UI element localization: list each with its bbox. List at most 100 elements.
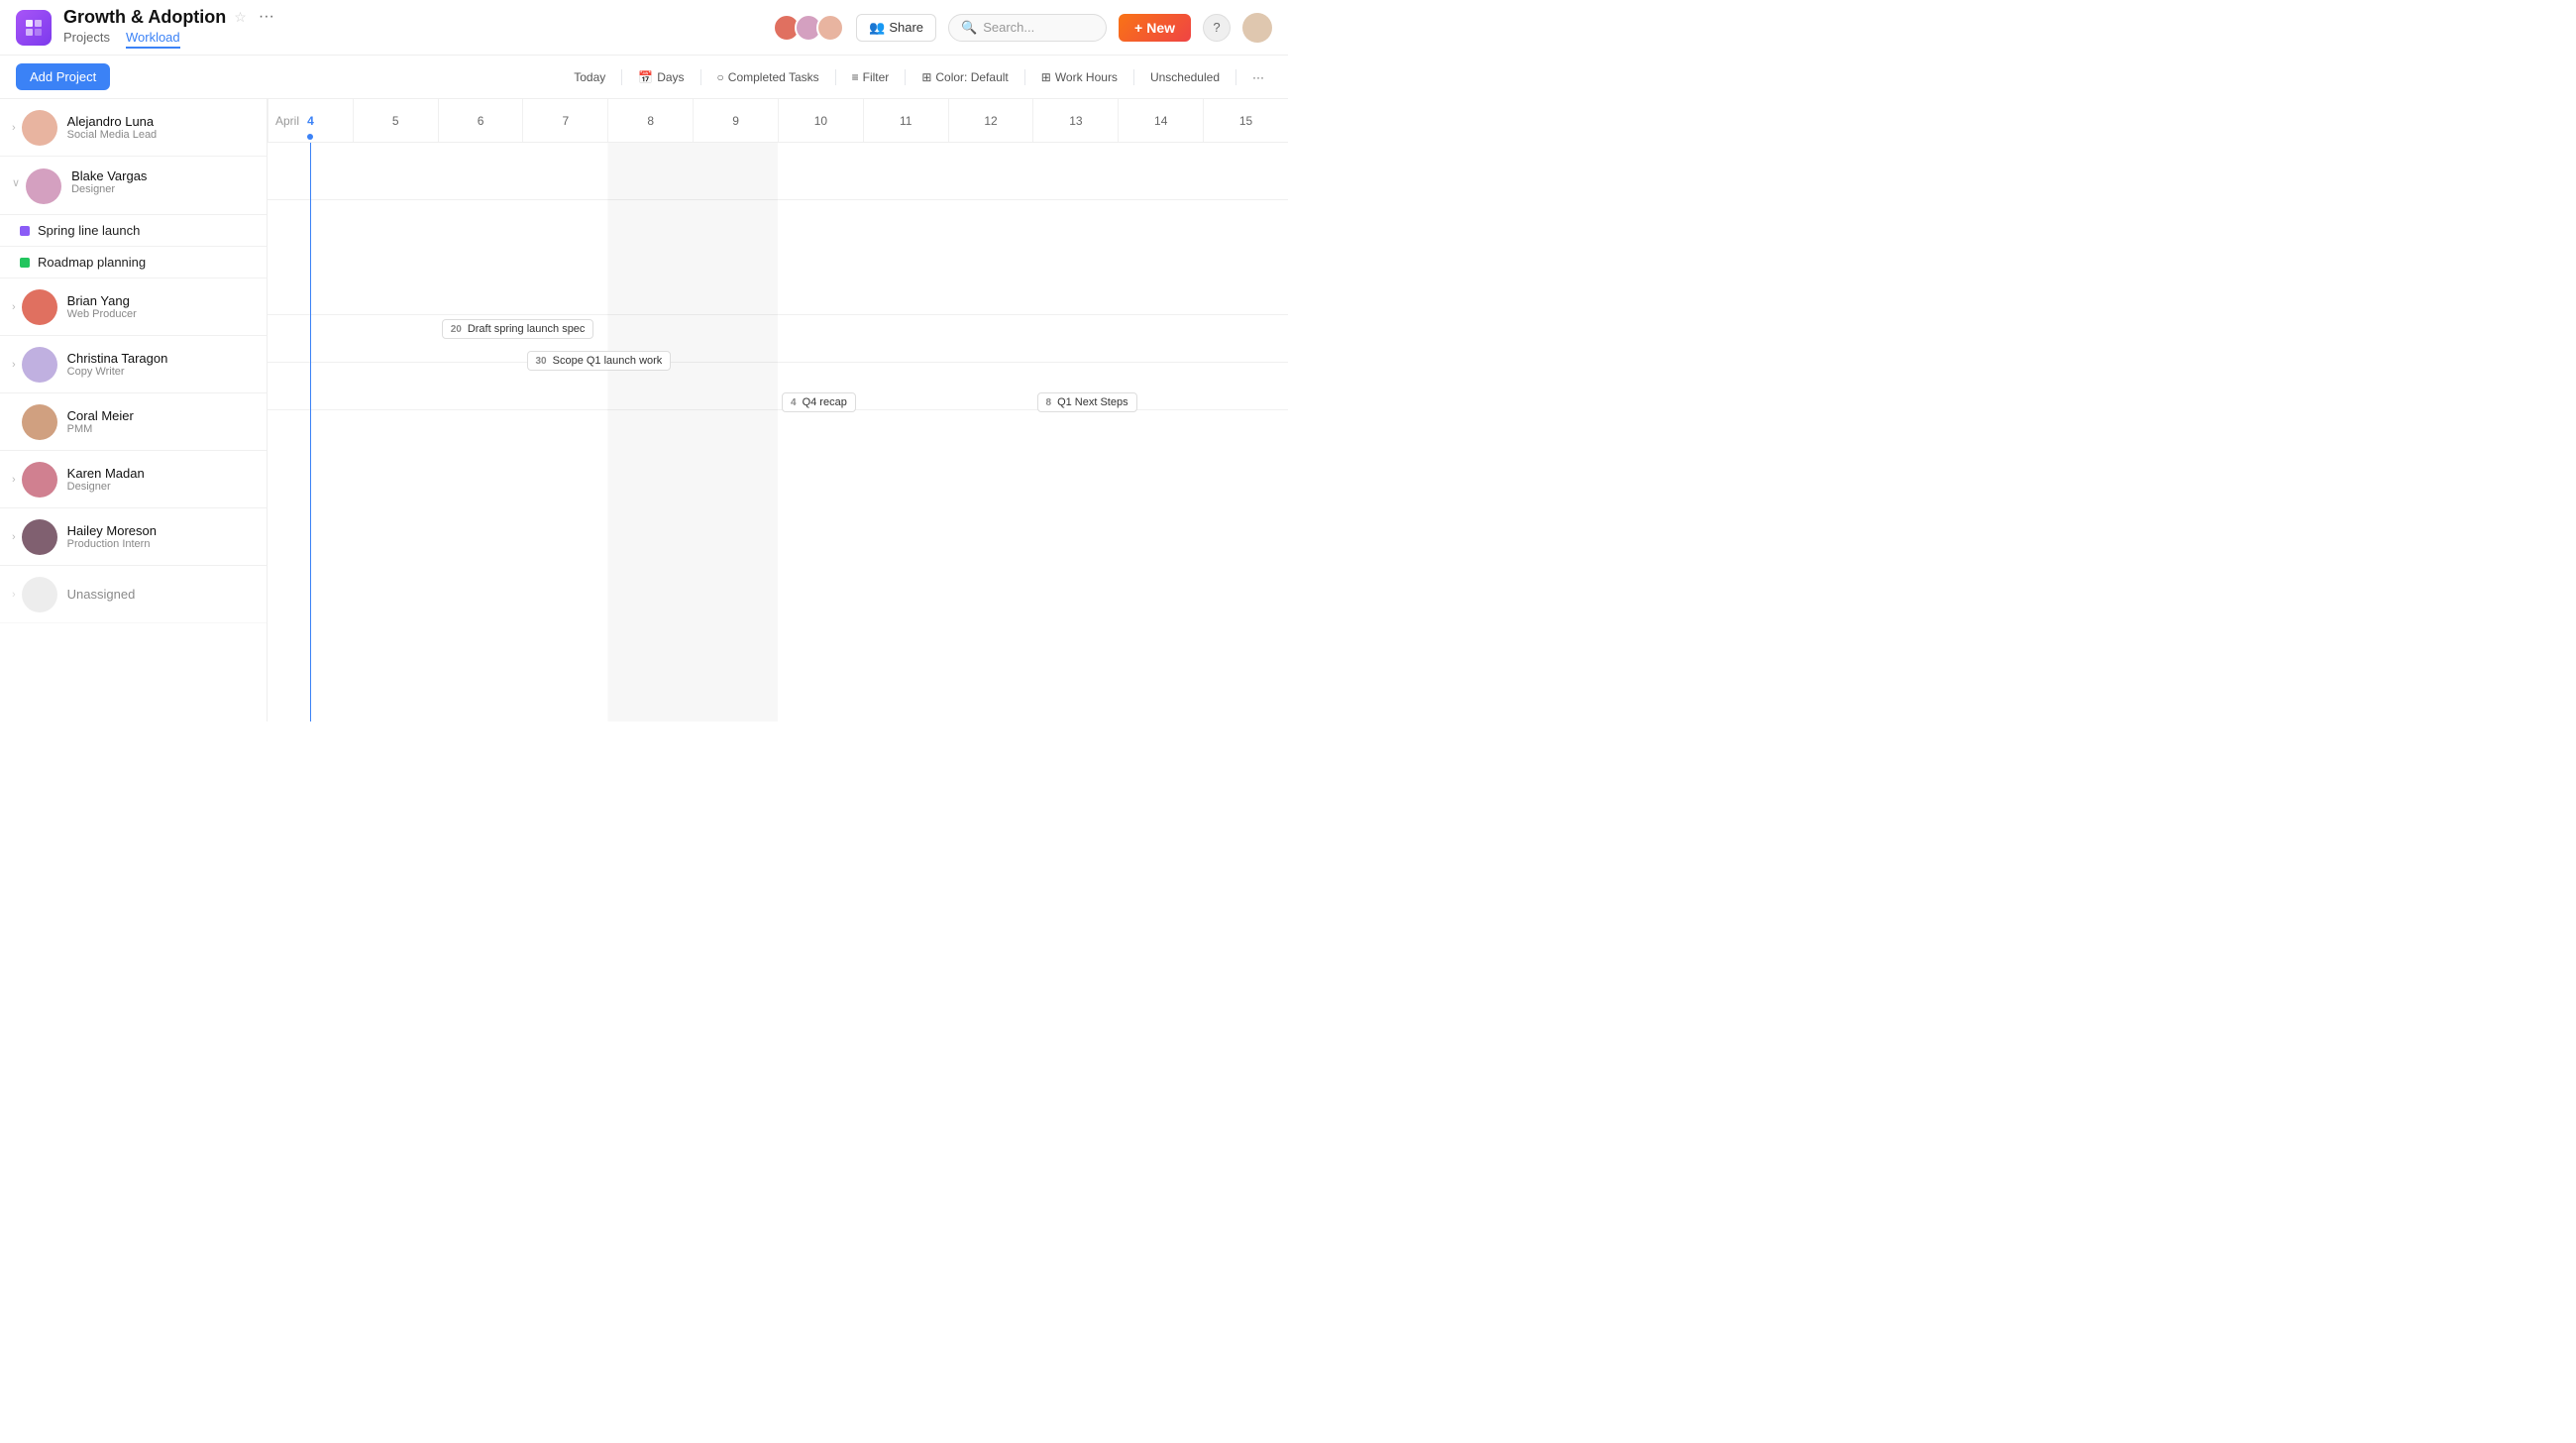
toolbar-sep-5	[1024, 69, 1025, 85]
date-col-11: 11	[863, 99, 948, 142]
date-col-7: 7	[522, 99, 607, 142]
unassigned-name: Unassigned	[67, 587, 136, 602]
share-label: Share	[889, 20, 923, 35]
sidebar-item-blake[interactable]: ∨ Blake Vargas Designer	[0, 157, 267, 215]
task-label-q1: Q1 Next Steps	[1057, 396, 1128, 408]
filter-button[interactable]: ≡ Filter	[844, 66, 898, 88]
karen-role: Designer	[67, 481, 145, 493]
date-col-14: 14	[1118, 99, 1203, 142]
more-options-button[interactable]: ···	[255, 6, 278, 28]
unassigned-info: Unassigned	[67, 587, 136, 602]
nav-projects[interactable]: Projects	[63, 30, 110, 49]
plus-icon: +	[1134, 20, 1142, 36]
overflow-button[interactable]: ···	[1244, 66, 1272, 88]
brian-name: Brian Yang	[67, 293, 137, 308]
completed-tasks-button[interactable]: ○ Completed Tasks	[709, 66, 827, 88]
coral-name: Coral Meier	[67, 408, 134, 423]
task-num-30: 30	[536, 356, 547, 367]
date-header: April 456789101112131415	[268, 99, 1288, 143]
main-area: › Alejandro Luna Social Media Lead ∨ Bla…	[0, 99, 1288, 722]
search-placeholder: Search...	[983, 20, 1034, 35]
alejandro-name: Alejandro Luna	[67, 114, 158, 129]
unscheduled-button[interactable]: Unscheduled	[1142, 66, 1228, 88]
task-q4-recap[interactable]: 4 Q4 recap	[782, 392, 856, 412]
work-hours-button[interactable]: ⊞ Work Hours	[1033, 66, 1126, 88]
christina-role: Copy Writer	[67, 366, 168, 378]
header: Growth & Adoption ☆ ··· Projects Workloa…	[0, 0, 1288, 56]
project-name-spring: Spring line launch	[38, 223, 140, 238]
search-icon: 🔍	[961, 20, 977, 36]
toolbar: Add Project Today 📅 Days ○ Completed Tas…	[0, 56, 1288, 99]
project-dot-spring	[20, 226, 30, 236]
header-nav: Projects Workload	[63, 30, 278, 49]
brian-role: Web Producer	[67, 308, 137, 320]
toolbar-sep-7	[1235, 69, 1236, 85]
row-alejandro-bg	[268, 143, 1288, 200]
new-button[interactable]: + New	[1119, 14, 1191, 42]
add-project-button[interactable]: Add Project	[16, 63, 110, 90]
date-col-4: 4	[268, 99, 353, 142]
sidebar-item-coral[interactable]: › Coral Meier PMM	[0, 393, 267, 451]
days-label: Days	[657, 70, 684, 84]
blake-info: Blake Vargas Designer	[71, 168, 147, 195]
task-label-q4: Q4 recap	[803, 396, 847, 408]
task-q1-next[interactable]: 8 Q1 Next Steps	[1037, 392, 1137, 412]
today-button[interactable]: Today	[566, 66, 613, 88]
task-label-draft: Draft spring launch spec	[468, 323, 586, 335]
sidebar-item-alejandro[interactable]: › Alejandro Luna Social Media Lead	[0, 99, 267, 157]
date-col-13: 13	[1032, 99, 1118, 142]
check-icon: ○	[717, 70, 724, 84]
user-avatar[interactable]	[1242, 13, 1272, 43]
task-num-20: 20	[451, 324, 462, 335]
sidebar-project-spring[interactable]: Spring line launch	[0, 215, 267, 247]
sidebar-item-christina[interactable]: › Christina Taragon Copy Writer	[0, 336, 267, 393]
blake-name: Blake Vargas	[71, 168, 147, 183]
chevron-right-karen: ›	[12, 474, 16, 486]
filter-label: Filter	[863, 70, 890, 84]
star-button[interactable]: ☆	[234, 9, 247, 26]
app-icon	[16, 10, 52, 46]
header-title: Growth & Adoption ☆ ···	[63, 6, 278, 28]
sidebar-item-karen[interactable]: › Karen Madan Designer	[0, 451, 267, 508]
task-scope-q1[interactable]: 30 Scope Q1 launch work	[527, 351, 672, 371]
chevron-down-icon: ∨	[12, 176, 20, 189]
search-box[interactable]: 🔍 Search...	[948, 14, 1107, 42]
sidebar-item-hailey[interactable]: › Hailey Moreson Production Intern	[0, 508, 267, 566]
project-dot-roadmap	[20, 258, 30, 268]
color-label: Color: Default	[935, 70, 1008, 84]
color-button[interactable]: ⊞ Color: Default	[913, 66, 1016, 88]
sidebar-item-unassigned[interactable]: › Unassigned	[0, 566, 267, 623]
help-button[interactable]: ?	[1203, 14, 1231, 42]
row-blake-bg	[268, 200, 1288, 315]
share-button[interactable]: 👥 Share	[856, 14, 936, 42]
sidebar-project-roadmap[interactable]: Roadmap planning	[0, 247, 267, 278]
avatar-brian	[22, 289, 57, 325]
date-col-9: 9	[693, 99, 778, 142]
avatar-coral	[22, 404, 57, 440]
row-spring-bg	[268, 315, 1288, 363]
work-hours-label: Work Hours	[1055, 70, 1118, 84]
chevron-right-icon: ›	[12, 122, 16, 134]
nav-workload[interactable]: Workload	[126, 30, 180, 49]
completed-tasks-label: Completed Tasks	[728, 70, 819, 84]
chevron-right-unassigned: ›	[12, 589, 16, 601]
chevron-right-brian: ›	[12, 301, 16, 313]
sidebar: › Alejandro Luna Social Media Lead ∨ Bla…	[0, 99, 268, 722]
chevron-right-hailey: ›	[12, 531, 16, 543]
date-col-5: 5	[353, 99, 438, 142]
calendar-icon: 📅	[638, 70, 653, 84]
hours-icon: ⊞	[1041, 70, 1051, 84]
color-icon: ⊞	[921, 70, 931, 84]
project-name-roadmap: Roadmap planning	[38, 255, 146, 270]
share-icon: 👥	[869, 20, 885, 36]
sidebar-item-brian[interactable]: › Brian Yang Web Producer	[0, 278, 267, 336]
new-label: New	[1146, 20, 1175, 36]
task-draft-spring[interactable]: 20 Draft spring launch spec	[442, 319, 594, 339]
days-button[interactable]: 📅 Days	[630, 66, 692, 88]
toolbar-sep-6	[1133, 69, 1134, 85]
karen-info: Karen Madan Designer	[67, 466, 145, 493]
chevron-right-christina: ›	[12, 359, 16, 371]
toolbar-sep-2	[700, 69, 701, 85]
hailey-role: Production Intern	[67, 538, 157, 550]
date-col-6: 6	[438, 99, 523, 142]
